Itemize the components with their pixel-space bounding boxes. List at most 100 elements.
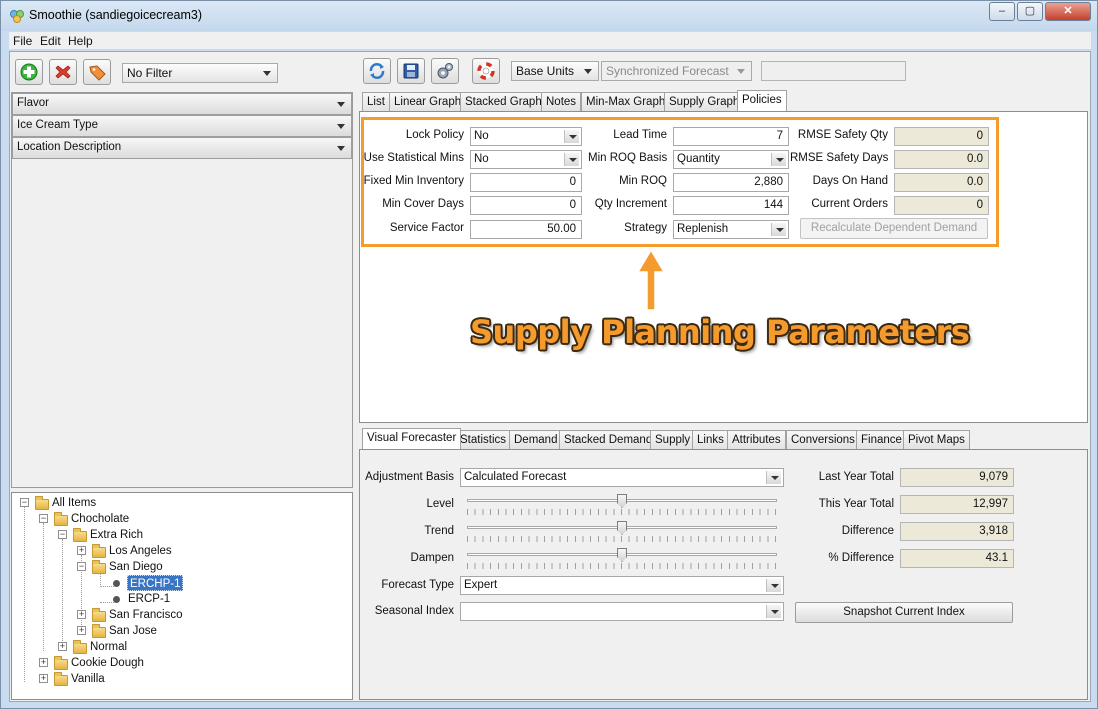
tree-node-san-jose[interactable]: San Jose [109, 623, 157, 639]
filter-flavor[interactable]: Flavor [12, 93, 352, 115]
settings-button[interactable] [431, 58, 459, 84]
menu-file[interactable]: File [13, 34, 32, 48]
lead-time-field[interactable]: 7 [673, 127, 789, 146]
expand-toggle[interactable]: + [77, 610, 86, 619]
forecast-mode-value: Synchronized Forecast [606, 64, 729, 78]
tab-list[interactable]: List [362, 92, 390, 111]
pct-difference-label: % Difference [828, 552, 894, 564]
dampen-slider[interactable] [467, 545, 777, 571]
tree-node-erchp-1-selected[interactable]: ERCHP-1 [127, 575, 184, 591]
tree-node-ercp-1[interactable]: ERCP-1 [128, 591, 170, 607]
use-statistical-mins-select[interactable]: No [470, 150, 582, 169]
tab-visual-forecaster[interactable]: Visual Forecaster [362, 428, 462, 449]
tab-linear-graph[interactable]: Linear Graph [389, 92, 467, 111]
collapse-toggle[interactable]: − [58, 530, 67, 539]
slider-thumb[interactable] [617, 548, 627, 562]
help-button[interactable] [472, 58, 500, 84]
seasonal-index-label: Seasonal Index [374, 605, 454, 617]
delete-button[interactable] [49, 59, 77, 85]
tab-supply[interactable]: Supply [650, 430, 696, 449]
lock-policy-select[interactable]: No [470, 127, 582, 146]
tree-node-chocholate[interactable]: Chocholate [71, 511, 129, 527]
filter-ice-cream-type-label: Ice Cream Type [17, 119, 98, 131]
item-filter-select[interactable]: No Filter [122, 63, 278, 83]
rmse-safety-days-field: 0.0 [894, 150, 989, 169]
forecast-mode-select[interactable]: Synchronized Forecast [601, 61, 752, 81]
tab-stacked-graph[interactable]: Stacked Graph [460, 92, 547, 111]
filter-location-description[interactable]: Location Description [12, 137, 352, 159]
tab-policies[interactable]: Policies [737, 90, 787, 111]
last-year-total-label: Last Year Total [818, 471, 894, 483]
slider-thumb[interactable] [617, 521, 627, 535]
current-orders-field: 0 [894, 196, 989, 215]
slider-thumb[interactable] [617, 494, 627, 508]
app-window: Smoothie (sandiegoicecream3) – ▢ ✕ File … [0, 0, 1098, 709]
recalculate-dependent-demand-button[interactable]: Recalculate Dependent Demand [800, 218, 988, 239]
level-slider[interactable] [467, 491, 777, 517]
tree-node-normal[interactable]: Normal [90, 639, 127, 655]
fixed-min-inventory-field[interactable]: 0 [470, 173, 582, 192]
tree-node-vanilla[interactable]: Vanilla [71, 671, 105, 687]
maximize-button[interactable]: ▢ [1017, 2, 1043, 21]
tab-pivot-maps[interactable]: Pivot Maps [903, 430, 970, 449]
tree-node-san-diego[interactable]: San Diego [109, 559, 163, 575]
tab-links[interactable]: Links [692, 430, 729, 449]
collapse-toggle[interactable]: − [39, 514, 48, 523]
tree-node-los-angeles[interactable]: Los Angeles [109, 543, 172, 559]
days-on-hand-field: 0.0 [894, 173, 989, 192]
app-icon [10, 10, 24, 23]
tab-finance[interactable]: Finance [856, 430, 907, 449]
toolbar-text-field[interactable] [761, 61, 906, 81]
dampen-label: Dampen [410, 552, 454, 564]
tag-button[interactable] [83, 59, 111, 85]
min-cover-days-field[interactable]: 0 [470, 196, 582, 215]
tab-conversions[interactable]: Conversions [786, 430, 860, 449]
save-button[interactable] [397, 58, 425, 84]
tree-node-san-francisco[interactable]: San Francisco [109, 607, 183, 623]
menu-edit[interactable]: Edit [40, 34, 61, 48]
min-roq-basis-select[interactable]: Quantity [673, 150, 789, 169]
adjustment-basis-select[interactable]: Calculated Forecast [460, 468, 784, 487]
close-button[interactable]: ✕ [1045, 2, 1091, 21]
strategy-select[interactable]: Replenish [673, 220, 789, 239]
collapse-toggle[interactable]: − [20, 498, 29, 507]
menu-help[interactable]: Help [68, 34, 93, 48]
filter-ice-cream-type[interactable]: Ice Cream Type [12, 115, 352, 137]
qty-increment-field[interactable]: 144 [673, 196, 789, 215]
add-button[interactable] [15, 59, 43, 85]
strategy-value: Replenish [677, 223, 729, 235]
refresh-button[interactable] [363, 58, 391, 84]
item-tree: − All Items − Chocholate − Extra Rich + … [11, 492, 353, 700]
tab-min-max-graph[interactable]: Min-Max Graph [581, 92, 671, 111]
units-select[interactable]: Base Units [511, 61, 599, 81]
tab-notes[interactable]: Notes [541, 92, 582, 111]
chevron-down-icon [771, 223, 786, 236]
adjustment-basis-label: Adjustment Basis [365, 471, 454, 483]
level-label: Level [426, 498, 455, 510]
tab-attributes[interactable]: Attributes [727, 430, 786, 449]
callout-arrow-icon [636, 248, 666, 311]
title-bar[interactable]: Smoothie (sandiegoicecream3) – ▢ ✕ [1, 1, 1097, 31]
expand-toggle[interactable]: + [58, 642, 67, 651]
expand-toggle[interactable]: + [77, 626, 86, 635]
service-factor-field[interactable]: 50.00 [470, 220, 582, 239]
forecast-type-label: Forecast Type [381, 579, 454, 591]
minimize-button[interactable]: – [989, 2, 1015, 21]
tab-stacked-demand[interactable]: Stacked Demand [559, 430, 658, 449]
min-roq-field[interactable]: 2,880 [673, 173, 789, 192]
tree-node-extra-rich[interactable]: Extra Rich [90, 527, 143, 543]
tree-node-all-items[interactable]: All Items [52, 495, 96, 511]
tab-statistics[interactable]: Statistics [455, 430, 512, 449]
tree-node-cookie-dough[interactable]: Cookie Dough [71, 655, 144, 671]
expand-toggle[interactable]: + [39, 674, 48, 683]
collapse-toggle[interactable]: − [77, 562, 86, 571]
seasonal-index-select[interactable] [460, 602, 784, 621]
tab-demand[interactable]: Demand [509, 430, 563, 449]
snapshot-current-index-button[interactable]: Snapshot Current Index [795, 602, 1013, 623]
expand-toggle[interactable]: + [39, 658, 48, 667]
folder-icon [73, 528, 87, 542]
tab-supply-graph[interactable]: Supply Graph [664, 92, 745, 111]
forecast-type-select[interactable]: Expert [460, 576, 784, 595]
expand-toggle[interactable]: + [77, 546, 86, 555]
trend-slider[interactable] [467, 518, 777, 544]
